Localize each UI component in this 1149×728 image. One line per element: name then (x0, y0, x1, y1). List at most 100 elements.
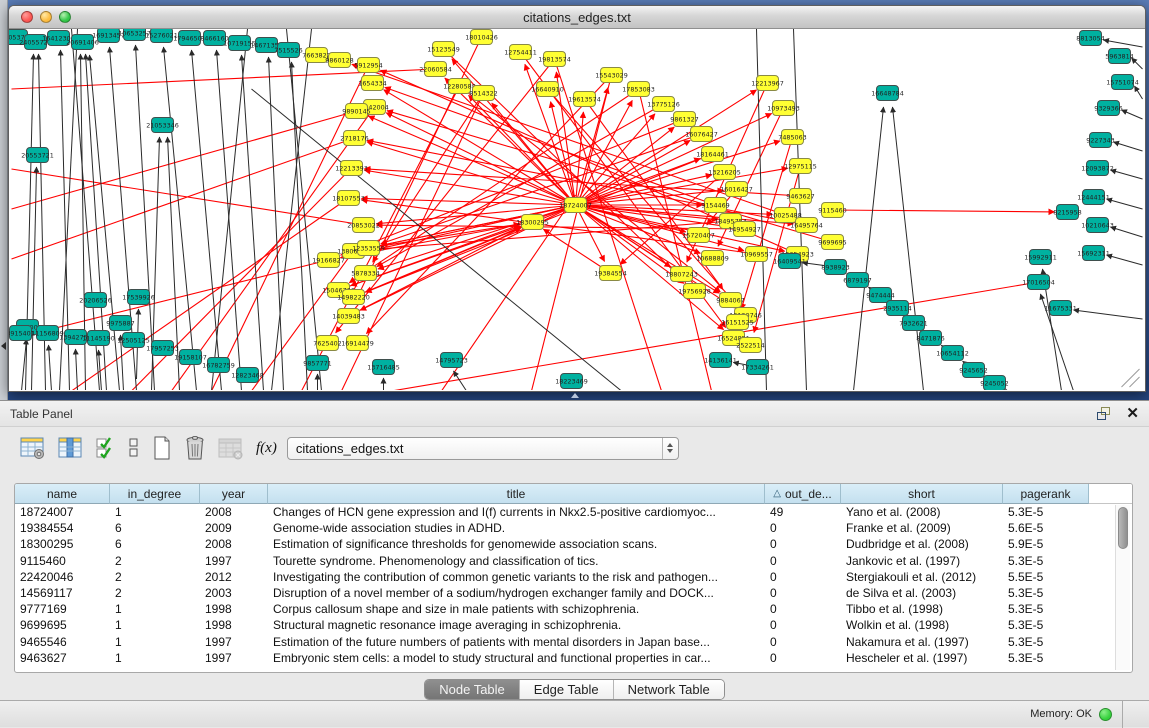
graph-edge[interactable] (854, 107, 884, 390)
table-cell[interactable]: Wolkin et al. (1998) (841, 617, 1003, 633)
table-cell[interactable]: 2 (110, 553, 200, 569)
graph-node[interactable]: 12754411 (504, 45, 537, 60)
graph-node[interactable]: 10973493 (767, 101, 800, 116)
table-settings-button[interactable] (20, 436, 46, 460)
table-cell[interactable]: 2008 (200, 536, 268, 552)
graph-node[interactable]: 8215958 (1053, 205, 1081, 220)
graph-node[interactable]: 9245052 (980, 376, 1008, 391)
table-row[interactable]: 1872400712008Changes of HCN gene express… (15, 504, 1132, 520)
graph-node[interactable]: 14136141 (704, 353, 737, 368)
table-cell[interactable]: 6 (110, 520, 200, 536)
table-cell[interactable]: 1 (110, 504, 200, 520)
graph-node[interactable]: 12213967 (751, 76, 784, 91)
table-cell[interactable]: 9115460 (15, 553, 110, 569)
graph-node[interactable]: 10654112 (936, 346, 969, 361)
table-cell[interactable]: 5.3E-5 (1003, 553, 1089, 569)
graph-node[interactable]: 12505125 (117, 333, 150, 348)
graph-node[interactable]: 20853022 (347, 218, 380, 233)
graph-node[interactable]: 15692311 (1077, 246, 1110, 261)
column-header-name[interactable]: name (15, 484, 110, 504)
graph-node[interactable]: 15123549 (427, 42, 460, 57)
graph-edge[interactable] (1104, 40, 1143, 47)
delete-table-button[interactable] (184, 435, 206, 461)
graph-node[interactable]: 16648784 (871, 86, 904, 101)
table-cell[interactable]: 0 (765, 569, 841, 585)
table-cell[interactable]: Dudbridge et al. (2008) (841, 536, 1003, 552)
table-cell[interactable]: 6 (110, 536, 200, 552)
graph-edge[interactable] (32, 167, 37, 390)
table-cell[interactable]: Genome-wide association studies in ADHD. (268, 520, 765, 536)
network-window-titlebar[interactable]: citations_edges.txt (9, 6, 1145, 29)
table-cell[interactable]: 1998 (200, 617, 268, 633)
graph-edge[interactable] (893, 107, 924, 390)
table-row[interactable]: 911546021997Tourette syndrome. Phenomeno… (15, 553, 1132, 569)
graph-node[interactable]: 5878334 (351, 266, 379, 281)
table-cell[interactable]: 2 (110, 569, 200, 585)
graph-edge[interactable] (1111, 227, 1143, 237)
graph-node[interactable]: 9245652 (959, 363, 987, 378)
graph-node[interactable]: 2718176 (340, 131, 368, 146)
table-cell[interactable]: 0 (765, 634, 841, 650)
graph-node[interactable]: 12213393 (335, 161, 368, 176)
table-cell[interactable]: 1 (110, 634, 200, 650)
table-cell[interactable]: 5.3E-5 (1003, 650, 1089, 666)
float-panel-icon[interactable] (1097, 407, 1112, 421)
graph-node[interactable]: 9860128 (325, 53, 353, 68)
graph-node[interactable]: 8813054 (1076, 31, 1104, 46)
graph-node[interactable]: 18010426 (465, 30, 498, 45)
column-header-short[interactable]: short (841, 484, 1003, 504)
table-cell[interactable]: Corpus callosum shape and size in male p… (268, 601, 765, 617)
table-cell[interactable]: 1 (110, 650, 200, 666)
graph-node[interactable]: 16782759 (202, 358, 235, 373)
graph-node[interactable]: 12975115 (784, 159, 817, 174)
graph-node[interactable]: 9699695 (818, 235, 846, 250)
table-cell[interactable]: 1 (110, 617, 200, 633)
column-header-in-degree[interactable]: in_degree (110, 484, 200, 504)
table-row[interactable]: 1456911722003Disruption of a novel membe… (15, 585, 1132, 601)
table-cell[interactable]: Disruption of a novel member of a sodium… (268, 585, 765, 601)
table-cell[interactable]: Jankovic et al. (1997) (841, 553, 1003, 569)
graph-edge[interactable] (1107, 199, 1143, 209)
table-cell[interactable]: 0 (765, 520, 841, 536)
graph-edge[interactable] (1135, 86, 1143, 99)
graph-edge[interactable] (269, 57, 284, 390)
graph-node[interactable]: 12444151 (1077, 190, 1110, 205)
graph-node[interactable]: 16914479 (341, 336, 374, 351)
column-header-pagerank[interactable]: pagerank (1003, 484, 1089, 504)
graph-node[interactable]: 18107553 (332, 191, 365, 206)
graph-node[interactable]: 9115460 (818, 203, 846, 218)
table-cell[interactable]: 5.3E-5 (1003, 504, 1089, 520)
graph-node[interactable]: 15543029 (595, 68, 628, 83)
graph-node[interactable]: 10969557 (740, 247, 773, 262)
table-cell[interactable]: de Silva et al. (2003) (841, 585, 1003, 601)
graph-node[interactable]: 17334261 (741, 360, 774, 375)
table-cell[interactable]: 9463627 (15, 650, 110, 666)
graph-node[interactable]: 7932621 (899, 316, 927, 331)
graph-node[interactable]: 14795723 (435, 353, 468, 368)
graph-node[interactable]: 17016504 (1022, 275, 1055, 290)
table-cell[interactable]: 2008 (200, 504, 268, 520)
graph-node[interactable]: 17853083 (622, 82, 655, 97)
table-row[interactable]: 969969511998Structural magnetic resonanc… (15, 617, 1132, 633)
table-cell[interactable]: 0 (765, 650, 841, 666)
table-body[interactable]: 1872400712008Changes of HCN gene express… (15, 504, 1132, 672)
graph-node[interactable]: 9154469 (701, 198, 729, 213)
graph-node[interactable]: 10210643 (1081, 218, 1114, 233)
table-row[interactable]: 1830029562008Estimation of significance … (15, 536, 1132, 552)
table-cell[interactable]: 9465546 (15, 634, 110, 650)
table-cell[interactable]: 0 (765, 617, 841, 633)
table-cell[interactable]: 9777169 (15, 601, 110, 617)
tab-network-table[interactable]: Network Table (614, 680, 724, 699)
graph-node[interactable]: 7515526 (274, 43, 302, 58)
graph-edge[interactable] (445, 78, 576, 205)
scrollbar-thumb[interactable] (1118, 507, 1128, 549)
graph-edge[interactable] (1074, 310, 1143, 319)
table-cell[interactable]: 5.5E-5 (1003, 569, 1089, 585)
tab-edge-table[interactable]: Edge Table (520, 680, 614, 699)
table-cell[interactable]: 1997 (200, 650, 268, 666)
graph-node[interactable]: 9227343 (1086, 133, 1114, 148)
table-cell[interactable]: 0 (765, 601, 841, 617)
table-cell[interactable]: Yano et al. (2008) (841, 504, 1003, 520)
table-row[interactable]: 1938455462009Genome-wide association stu… (15, 520, 1132, 536)
minimize-window-icon[interactable] (40, 11, 52, 23)
